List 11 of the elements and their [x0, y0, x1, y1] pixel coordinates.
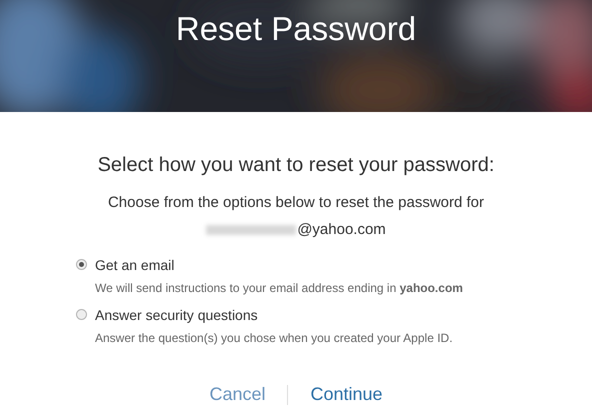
prompt-heading: Select how you want to reset your password: — [98, 153, 494, 178]
radio-button[interactable] — [76, 259, 87, 270]
option-description: Answer the question(s) you chose when you created your Apple ID. — [95, 330, 453, 347]
option-label[interactable]: Get an email — [95, 255, 463, 276]
continue-button[interactable]: Continue — [310, 381, 383, 408]
radio-button[interactable] — [76, 309, 87, 320]
option-description: We will send instructions to your email address ending in yahoo.com — [95, 280, 463, 297]
page-title: Reset Password — [176, 9, 416, 49]
account-email: @yahoo.com — [297, 220, 386, 240]
option-label[interactable]: Answer security questions — [95, 305, 453, 326]
instructions-text: Choose from the options below to reset the password for — [108, 193, 484, 213]
